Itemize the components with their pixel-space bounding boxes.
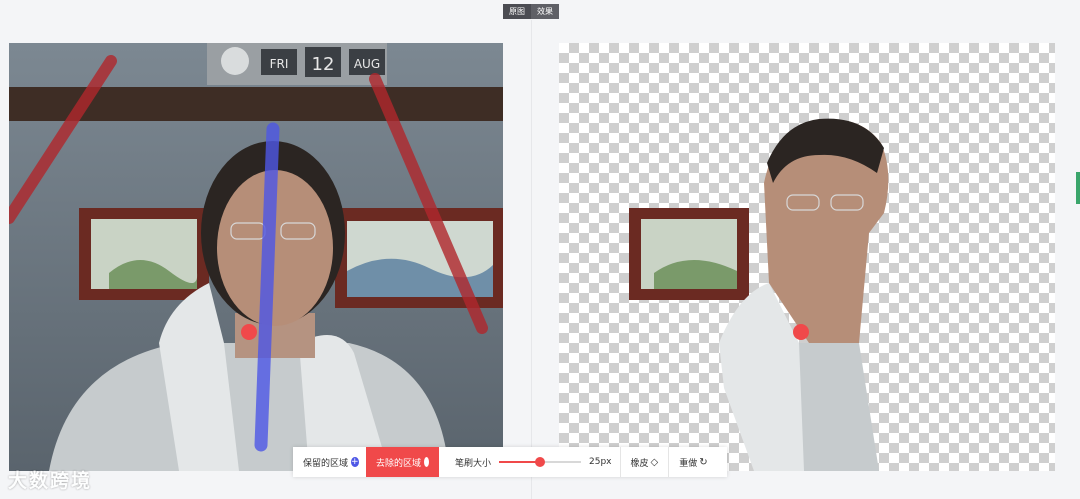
calendar-month: AUG xyxy=(354,57,380,71)
keep-area-button[interactable]: 保留的区域 + xyxy=(293,447,366,477)
tab-result[interactable]: 效果 xyxy=(531,4,559,19)
editing-toolbar: 保留的区域 + 去除的区域 笔刷大小 25px 橡皮 ◇ 重做 ↻ xyxy=(293,447,727,477)
panel-divider xyxy=(531,20,532,499)
tab-original[interactable]: 原图 xyxy=(503,4,531,19)
calendar-day: FRI xyxy=(270,57,289,71)
brush-cursor xyxy=(241,324,257,340)
result-brush-cursor xyxy=(793,324,809,340)
keep-area-label: 保留的区域 xyxy=(303,458,349,469)
view-tabs: 原图 效果 xyxy=(503,4,559,19)
eraser-icon: ◇ xyxy=(650,456,659,468)
brush-size-label: 笔刷大小 xyxy=(455,458,492,469)
watermark-logo: 大数跨境 xyxy=(8,470,93,492)
eraser-button[interactable]: 橡皮 ◇ xyxy=(621,447,670,477)
original-image-canvas[interactable]: FRI 12 AUG xyxy=(9,43,503,471)
plus-icon: + xyxy=(351,457,359,467)
result-image-canvas[interactable] xyxy=(559,43,1055,471)
brush-size-value: 25px xyxy=(589,457,612,467)
remove-area-button[interactable]: 去除的区域 xyxy=(366,447,439,477)
brush-size-control: 笔刷大小 25px xyxy=(439,447,621,477)
calendar-date: 12 xyxy=(312,54,335,75)
side-tab[interactable] xyxy=(1076,172,1080,204)
redo-label: 重做 xyxy=(679,458,698,469)
redo-icon: ↻ xyxy=(699,456,708,468)
brush-size-slider[interactable] xyxy=(499,456,582,468)
remove-area-label: 去除的区域 xyxy=(376,458,422,469)
redo-button[interactable]: 重做 ↻ xyxy=(669,447,717,477)
dot-icon xyxy=(424,457,429,467)
slider-handle[interactable] xyxy=(535,457,546,467)
eraser-label: 橡皮 xyxy=(630,458,649,469)
